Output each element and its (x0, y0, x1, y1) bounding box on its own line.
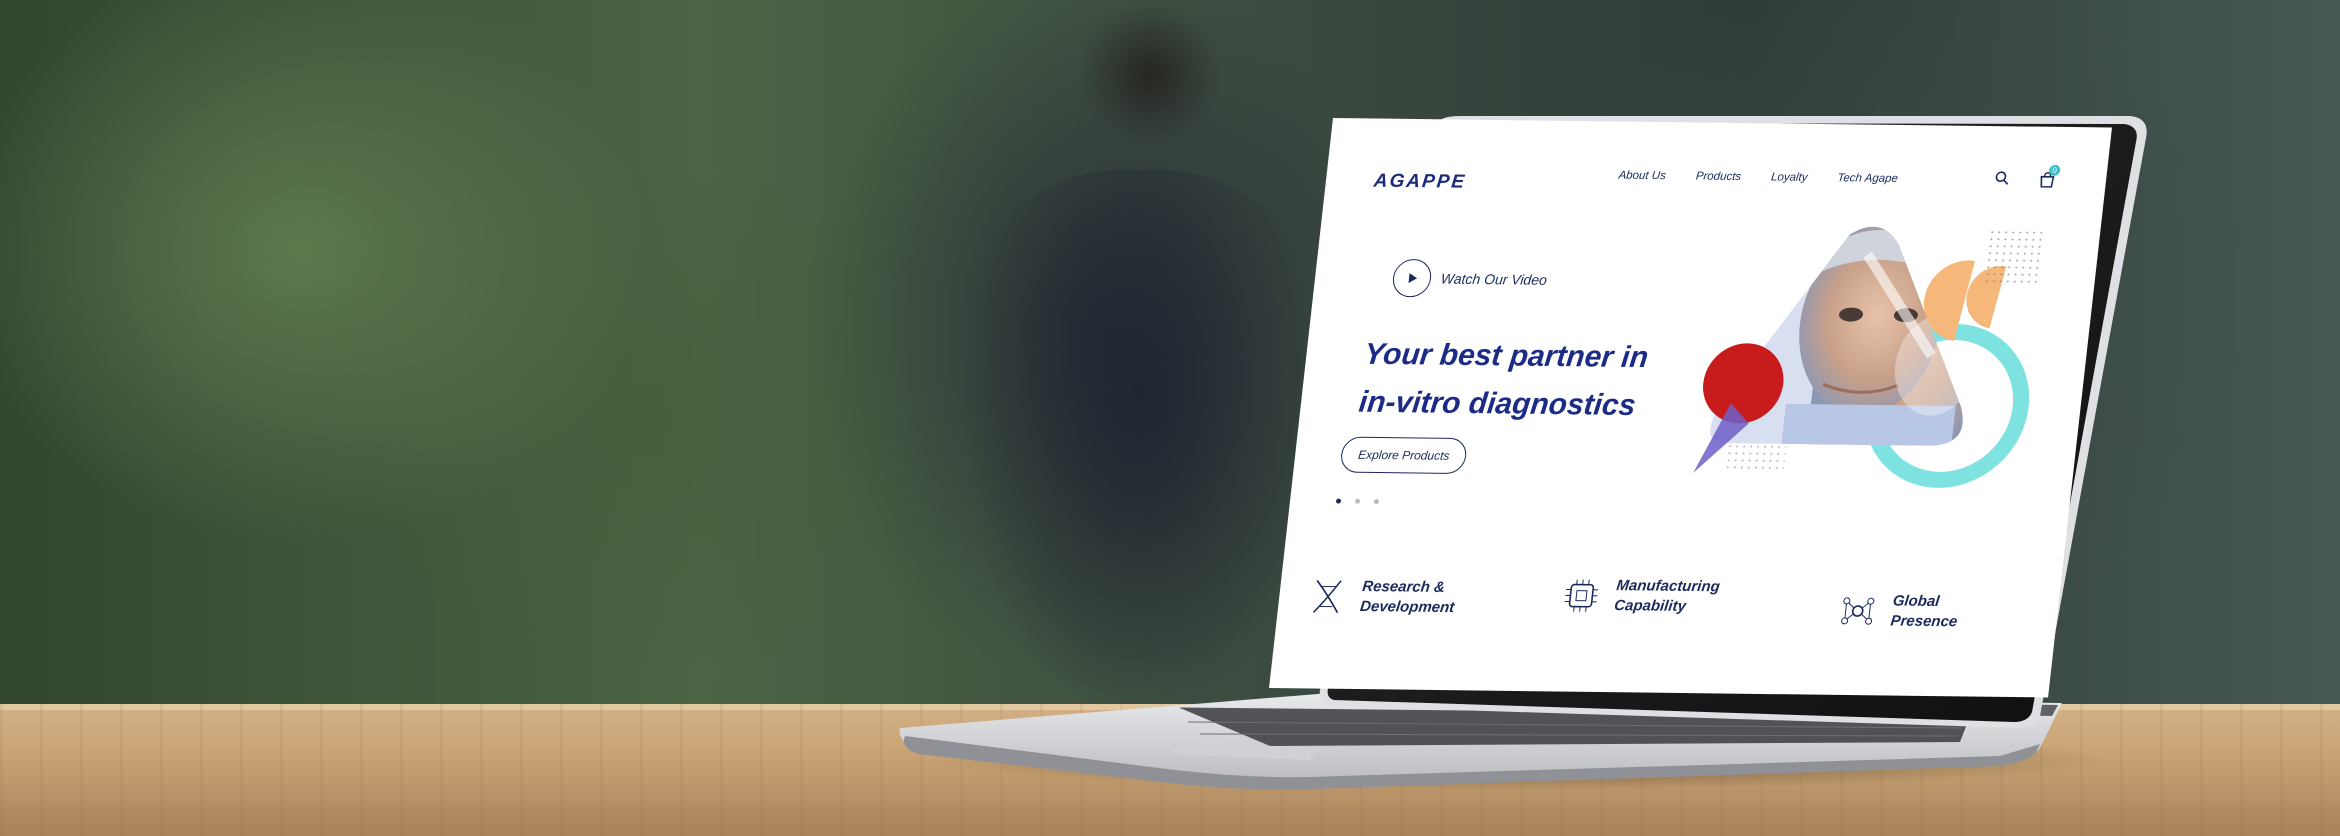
search-icon[interactable] (1993, 170, 2011, 191)
explore-products-button[interactable]: Explore Products (1339, 436, 1469, 475)
feature-research[interactable]: Research & Development (1305, 576, 1457, 618)
hero-headline: Your best partner in in-vitro diagnostic… (1356, 331, 1696, 431)
brand-logo[interactable]: AGAPPE (1373, 171, 1467, 194)
hero-headline-line1: Your best partner in (1362, 337, 1650, 375)
play-button[interactable] (1390, 258, 1434, 298)
dna-icon (1312, 579, 1342, 614)
cart-icon[interactable]: 0 (2037, 164, 2061, 194)
carousel-dot[interactable] (1373, 498, 1380, 505)
laptop-screen: AGAPPE About Us Products Loyalty Tech Ag… (1267, 118, 2112, 715)
nav-loyalty[interactable]: Loyalty (1770, 171, 1808, 183)
feature-manufacturing[interactable]: Manufacturing Capability (1559, 575, 1721, 617)
website: AGAPPE About Us Products Loyalty Tech Ag… (1269, 118, 2112, 698)
carousel-dot[interactable] (1354, 498, 1361, 504)
carousel-dots (1335, 498, 1380, 505)
feature-label: Research & Development (1359, 577, 1456, 617)
cart-count-badge: 0 (2048, 164, 2061, 176)
hero-illustration (1693, 225, 2047, 488)
nav-about-us[interactable]: About Us (1618, 170, 1667, 183)
carousel-dot[interactable] (1335, 498, 1342, 504)
watch-video-label: Watch Our Video (1440, 270, 1548, 288)
play-icon (1408, 273, 1418, 284)
features-row: Research & Development Manufacturing Capab… (1294, 568, 2042, 657)
network-icon (1841, 597, 1875, 625)
feature-label: Global Presence (1889, 592, 1959, 631)
hero-headline-line2: in-vitro diagnostics (1357, 385, 1638, 423)
main-nav: About Us Products Loyalty Tech Agape (1618, 170, 1899, 185)
nav-products[interactable]: Products (1695, 171, 1742, 184)
chip-icon (1564, 579, 1599, 612)
feature-label: Manufacturing Capability (1613, 577, 1721, 615)
nav-tech-agape[interactable]: Tech Agape (1837, 172, 1899, 185)
feature-global[interactable]: Global Presence (1835, 591, 1960, 632)
watch-video[interactable]: Watch Our Video (1390, 258, 1549, 299)
